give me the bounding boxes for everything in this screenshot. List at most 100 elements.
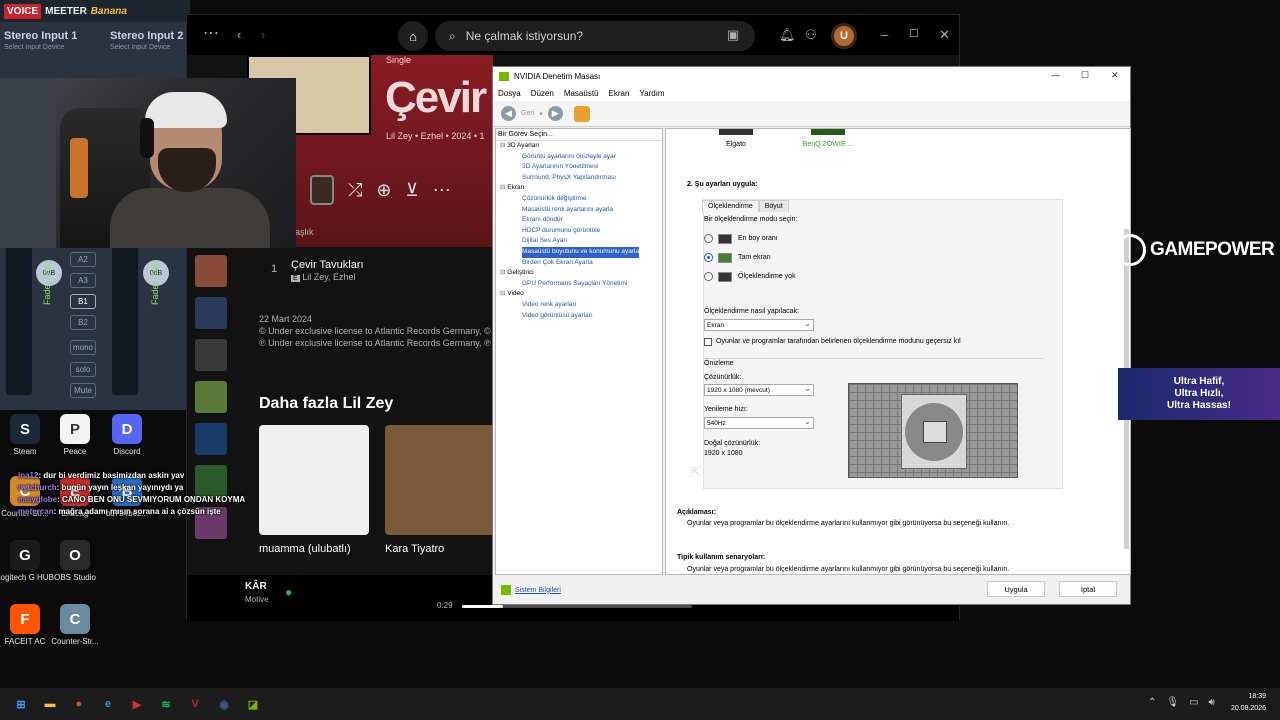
stereo-input-1[interactable]: Stereo Input 1 Select Input Device — [4, 30, 77, 51]
search-input[interactable]: ⌕ Ne çalmak istiyorsun? — [435, 21, 755, 51]
track-artists[interactable]: Lil Zey, Ezhel — [302, 272, 355, 282]
album-thumb-icon[interactable] — [310, 175, 334, 205]
mono-button[interactable]: mono — [70, 340, 96, 355]
nvidia-titlebar[interactable]: NVIDIA Denetim Masası — ☐ ✕ — [493, 67, 1130, 85]
tree-item[interactable]: 3D Ayarlarının Yönetilmesi — [500, 162, 662, 173]
tree-category[interactable]: Video — [500, 289, 662, 300]
monitor-elgato[interactable]: Elgato — [706, 129, 766, 148]
library-item[interactable] — [195, 297, 227, 329]
library-item[interactable] — [195, 339, 227, 371]
stereo-input-2-device[interactable]: Select Input Device — [110, 44, 183, 51]
cancel-button[interactable]: İptal — [1059, 581, 1117, 597]
menu-display[interactable]: Ekran — [609, 89, 630, 98]
more-by-artist-heading[interactable]: Daha fazla Lil Zey — [259, 395, 393, 413]
tree-item[interactable]: Dijital Ses Ayarı — [500, 236, 662, 247]
shuffle-icon[interactable]: ⤮ — [348, 180, 362, 201]
more-options-icon[interactable]: ⋯ — [203, 23, 219, 43]
saved-check-icon[interactable]: ● — [285, 585, 292, 599]
album-meta[interactable]: Lil Zey • Ezhel • 2024 • 1 — [386, 131, 485, 141]
home-icon[interactable] — [573, 105, 590, 122]
taskbar-start-icon[interactable]: ⊞ — [10, 693, 32, 715]
volume-icon[interactable]: 🔊︎ — [1209, 697, 1215, 708]
override-checkbox[interactable] — [704, 338, 712, 346]
desktop-icon[interactable]: C Counter-Str... — [43, 604, 107, 646]
tree-category[interactable]: Ekran — [500, 183, 662, 194]
monitor-benq[interactable]: BenQ ZOWIE ... — [798, 129, 858, 148]
taskbar-voicemeeter-icon[interactable]: V — [184, 693, 206, 715]
tree-item[interactable]: Birden Çok Ekran Ayarla — [500, 258, 662, 269]
tree-item[interactable]: Ekranı döndür — [500, 215, 662, 226]
chevron-up-icon[interactable]: ⌃ — [1148, 697, 1156, 708]
radio-aspect-ratio[interactable] — [704, 234, 713, 243]
album-card-title[interactable]: Kara Tiyatro — [385, 543, 444, 555]
back-dropdown-icon[interactable]: ▾ — [539, 110, 543, 118]
microphone-icon[interactable]: 🎙︎ — [1166, 697, 1179, 708]
radio-full-screen[interactable] — [704, 253, 713, 262]
progress-bar[interactable] — [462, 605, 692, 608]
maximize-icon[interactable]: ☐ — [1081, 70, 1089, 81]
resolution-select[interactable]: 1920 x 1080 (mevcut) — [704, 383, 814, 396]
option-full-screen[interactable]: Tam ekran — [738, 254, 771, 261]
taskbar-nvidia-icon[interactable]: ◪ — [242, 693, 264, 715]
tab-size[interactable]: Boyut — [758, 200, 789, 212]
back-icon[interactable]: ◀ — [501, 106, 516, 121]
tree-item[interactable]: Görüntü ayarlarını önizleyle ayar — [500, 152, 662, 163]
override-label[interactable]: Oyunlar ve programlar tarafından belirle… — [716, 338, 961, 345]
desktop-icon[interactable]: D Discord — [95, 414, 159, 456]
tree-item[interactable]: Video renk ayarları — [500, 300, 662, 311]
taskbar-app-red-icon[interactable]: ▶ — [126, 693, 148, 715]
mute-button[interactable]: Mute — [70, 383, 96, 398]
tree-item[interactable]: Surround, PhysX Yapılandırması — [500, 173, 662, 184]
bus-b1-button[interactable]: B1 — [70, 294, 96, 309]
home-button[interactable]: ⌂ — [398, 21, 428, 51]
refresh-rate-select[interactable]: 540Hz — [704, 416, 814, 429]
option-aspect-ratio[interactable]: En boy oranı — [738, 235, 778, 242]
maximize-icon[interactable]: ☐ — [909, 27, 919, 40]
close-icon[interactable]: ✕ — [1111, 70, 1119, 81]
back-label[interactable]: Geri — [521, 110, 534, 117]
taskbar-explorer-icon[interactable]: ▬ — [39, 693, 61, 715]
option-no-scaling[interactable]: Ölçeklendirme yok — [738, 273, 796, 280]
nvidia-control-panel-window[interactable]: NVIDIA Denetim Masası — ☐ ✕ Dosya Düzen … — [492, 66, 1131, 605]
menu-help[interactable]: Yardım — [639, 89, 664, 98]
back-arrow-icon[interactable]: ‹ — [237, 27, 241, 42]
desktop-icon[interactable]: O OBS Studio — [43, 540, 107, 582]
perform-scaling-select[interactable]: Ekran — [704, 318, 814, 331]
library-item[interactable] — [195, 255, 227, 287]
taskbar-spotify-icon[interactable]: ≋ — [155, 693, 177, 715]
minimize-icon[interactable]: — — [1051, 70, 1060, 80]
network-icon[interactable]: ▭ — [1189, 697, 1198, 708]
more-icon[interactable]: ⋯ — [433, 180, 451, 201]
tab-scaling[interactable]: Ölçeklendirme — [702, 200, 759, 212]
now-playing-title[interactable]: KÂR — [245, 581, 267, 592]
stereo-input-2[interactable]: Stereo Input 2 Select Input Device — [110, 30, 183, 51]
taskbar-edge-icon[interactable]: e — [97, 693, 119, 715]
library-item[interactable] — [195, 423, 227, 455]
forward-icon[interactable]: ▶ — [547, 106, 563, 121]
menu-edit[interactable]: Düzen — [531, 89, 554, 98]
tree-item[interactable]: Masaüstü renk ayarlarını ayarla — [500, 205, 662, 216]
avatar[interactable]: U — [831, 23, 857, 49]
taskbar-chrome-icon[interactable]: ● — [68, 693, 90, 715]
close-icon[interactable]: ✕ — [939, 27, 950, 43]
fader-track-2[interactable] — [112, 245, 138, 395]
stereo-input-1-device[interactable]: Select Input Device — [4, 44, 77, 51]
tree-item[interactable]: GPU Performans Sayaçları Yönetimi — [500, 279, 662, 290]
bus-b2-button[interactable]: B2 — [70, 315, 96, 330]
tree-category[interactable]: Geliştirici — [500, 268, 662, 279]
album-card[interactable] — [259, 425, 369, 535]
menu-desktop[interactable]: Masaüstü — [564, 89, 599, 98]
minimize-icon[interactable]: – — [881, 27, 888, 42]
now-playing-artist[interactable]: Motive — [245, 595, 269, 604]
apply-button[interactable]: Uygula — [987, 581, 1045, 597]
album-card-title[interactable]: muamma (ulubatlı) — [259, 543, 351, 555]
bus-a2-button[interactable]: A2 — [70, 252, 96, 267]
bus-a3-button[interactable]: A3 — [70, 273, 96, 288]
album-card[interactable] — [385, 425, 495, 535]
taskbar-app-steam-icon[interactable]: ◉ — [213, 693, 235, 715]
browse-icon[interactable]: ▣ — [727, 27, 739, 43]
tree-item[interactable]: Video görüntüsü ayarları — [500, 311, 662, 322]
tree-item[interactable]: Çözünürlük değiştirme — [500, 194, 662, 205]
download-icon[interactable]: ⊻ — [406, 180, 419, 201]
clock[interactable]: 18:39 20.08.2026 — [1231, 691, 1266, 715]
